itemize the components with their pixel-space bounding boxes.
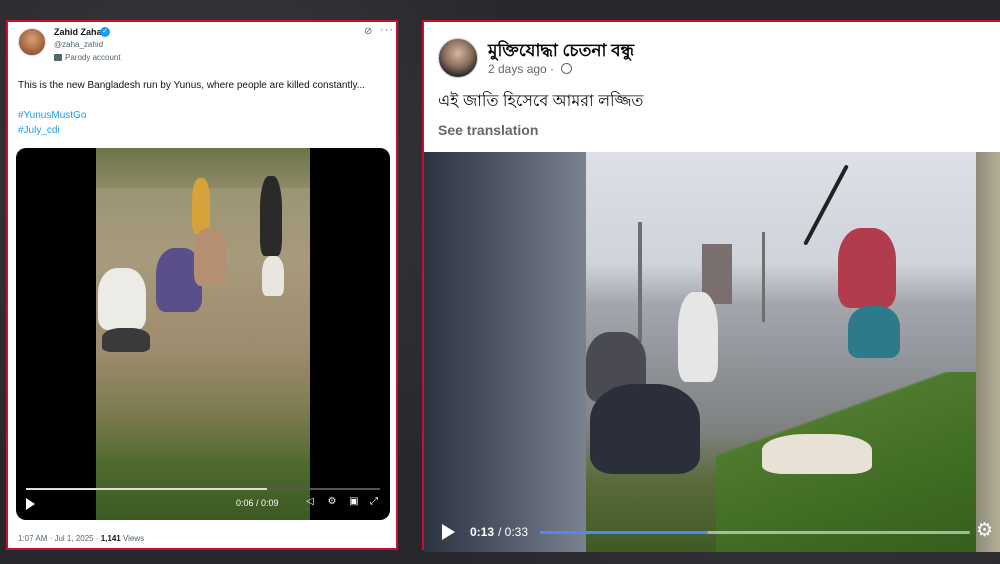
video-figure [102, 328, 150, 352]
more-options-icon[interactable]: ··· [380, 24, 394, 36]
video-current-time: 0:13 [470, 525, 495, 539]
post-time: 2 days ago · [488, 62, 573, 76]
video-blur-left [424, 152, 586, 552]
post-time-text[interactable]: 2 days ago · [488, 62, 557, 76]
video-progress-bar[interactable] [26, 488, 380, 490]
video-frame [586, 152, 976, 552]
video-stick [803, 164, 849, 246]
see-translation-link[interactable]: See translation [438, 122, 538, 138]
video-time: 0:06 / 0:09 [236, 498, 279, 508]
video-figure [762, 434, 872, 474]
video-figure [848, 306, 900, 358]
volume-icon[interactable]: ◁ [304, 496, 316, 508]
post-text: এই জাতি হিসেবে আমরা লজ্জিত [438, 93, 644, 110]
video-figure [194, 228, 226, 286]
hashtag-link[interactable]: #YunusMustGo [18, 110, 86, 121]
verified-badge-icon: ✓ [100, 27, 110, 37]
video-progress-fill [540, 531, 708, 534]
video-figure [192, 178, 210, 234]
play-icon[interactable] [442, 524, 455, 540]
video-figure [98, 268, 146, 330]
video-figure [678, 292, 718, 382]
tweet-video-player[interactable]: 0:06 / 0:09 ◁ ⚙ ▣ ⤢ [16, 148, 390, 520]
video-duration: / 0:33 [498, 525, 529, 539]
video-controls: 0:13 / 0:33 ⚙ [424, 512, 1000, 552]
video-figure [838, 228, 896, 308]
page-avatar[interactable] [438, 38, 478, 78]
video-figure [260, 176, 282, 256]
pip-icon[interactable]: ▣ [348, 496, 360, 508]
settings-icon[interactable]: ⚙ [326, 496, 338, 508]
tweet-text: This is the new Bangladesh run by Yunus,… [18, 80, 366, 91]
parody-label: Parody account [54, 53, 121, 62]
facebook-post-card: মুক্তিযোদ্ধা চেতনা বন্ধু 2 days ago · এই… [422, 20, 1000, 552]
display-name[interactable]: Zahid Zaha [54, 27, 102, 37]
mask-icon [54, 54, 62, 61]
twitter-post-card: Zahid Zaha ✓ @zaha_zahid Parody account … [6, 20, 398, 550]
avatar[interactable] [18, 28, 46, 56]
video-figure [590, 384, 700, 474]
play-icon[interactable] [26, 498, 35, 510]
video-frame [96, 148, 310, 520]
views-count: 1,141 [100, 534, 121, 543]
tweet-metadata: 1:07 AM · Jul 1, 2025 · 1,141 Views [18, 534, 144, 543]
hashtag-link[interactable]: #July_cdi [18, 125, 60, 136]
video-controls: 0:06 / 0:09 ◁ ⚙ ▣ ⤢ [16, 480, 390, 520]
settings-gear-icon[interactable]: ⚙ [976, 521, 993, 541]
video-progress-fill [26, 488, 267, 490]
views-label: Views [120, 534, 145, 543]
video-pole [762, 232, 765, 322]
parody-text: Parody account [65, 53, 121, 62]
facebook-video-player[interactable]: 0:13 / 0:33 ⚙ [424, 152, 1000, 552]
video-figure [262, 256, 284, 296]
video-pole [638, 222, 642, 342]
tweet-timestamp[interactable]: 1:07 AM · Jul 1, 2025 · [18, 534, 101, 543]
fullscreen-icon[interactable]: ⤢ [368, 496, 380, 508]
globe-icon [561, 63, 573, 74]
video-progress-bar[interactable] [540, 531, 970, 534]
user-handle[interactable]: @zaha_zahid [54, 40, 103, 49]
grok-icon[interactable]: ⊘ [364, 26, 372, 37]
video-blur-right [976, 152, 1000, 552]
